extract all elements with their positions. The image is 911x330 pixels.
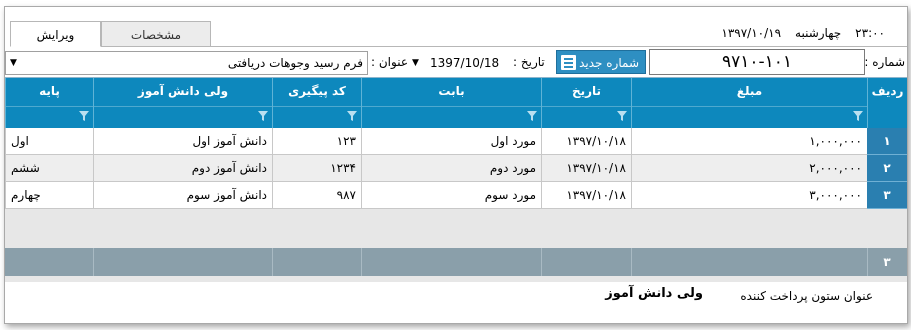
column-title: پایه xyxy=(39,84,60,98)
column-title: کد پیگیری xyxy=(288,84,346,98)
filter-icon[interactable] xyxy=(258,111,268,121)
column-header-grade[interactable]: پایه xyxy=(5,78,93,128)
summary-row: ۳ xyxy=(5,248,907,276)
cell-grade[interactable]: اول xyxy=(5,128,93,155)
date-label: تاریخ : xyxy=(513,55,545,69)
cell-tracking[interactable]: ۱۲۳ xyxy=(272,128,361,155)
cell-guardian[interactable]: دانش آموز اول xyxy=(93,128,272,155)
filter-icon[interactable] xyxy=(347,111,357,121)
date-text: ۱۳۹۷/۱۰/۱۹ xyxy=(721,26,782,40)
tab-specifications[interactable]: مشخصات xyxy=(101,21,211,47)
cell-amount[interactable]: ۳,۰۰۰,۰۰۰ xyxy=(631,182,867,209)
column-title: مبلغ xyxy=(736,84,763,98)
new-number-button[interactable]: شماره جدید xyxy=(556,50,646,74)
filter-icon[interactable] xyxy=(853,111,863,121)
time-text: ۲۳:۰۰ xyxy=(855,26,885,40)
chevron-down-icon: ▼ xyxy=(412,58,419,68)
number-label: شماره : xyxy=(864,55,905,69)
weekday-text: چهارشنبه xyxy=(795,26,842,40)
cell-grade[interactable]: چهارم xyxy=(5,182,93,209)
new-number-button-label: شماره جدید xyxy=(579,56,639,70)
column-title: ولی دانش آموز xyxy=(137,84,229,98)
datetime-display: ۲۳:۰۰ چهارشنبه ۱۳۹۷/۱۰/۱۹ xyxy=(721,23,885,43)
column-header-amount[interactable]: مبلغ xyxy=(631,78,867,128)
filter-icon[interactable] xyxy=(617,111,627,121)
chevron-down-icon: ▼ xyxy=(10,58,17,68)
tab-edit[interactable]: ویرایش xyxy=(10,21,101,47)
cell-tracking[interactable]: ۹۸۷ xyxy=(272,182,361,209)
cell-date[interactable]: ۱۳۹۷/۱۰/۱۸ xyxy=(541,128,631,155)
cell-date[interactable]: ۱۳۹۷/۱۰/۱۸ xyxy=(541,182,631,209)
cell-subject[interactable]: مورد دوم xyxy=(361,155,541,182)
summary-count: ۳ xyxy=(883,255,891,269)
row-header[interactable]: ۳ xyxy=(867,182,907,209)
row-header[interactable]: ۱ xyxy=(867,128,907,155)
cell-subject[interactable]: مورد اول xyxy=(361,128,541,155)
payer-column-value[interactable]: ولی دانش آموز xyxy=(603,286,703,301)
payer-column-label: عنوان ستون پرداخت کننده xyxy=(740,289,873,303)
cell-subject[interactable]: مورد سوم xyxy=(361,182,541,209)
window: ویرایش مشخصات ۲۳:۰۰ چهارشنبه ۱۳۹۷/۱۰/۱۹ شم… xyxy=(4,6,908,324)
cell-grade[interactable]: ششم xyxy=(5,155,93,182)
column-header-date[interactable]: تاریخ xyxy=(541,78,631,128)
cell-guardian[interactable]: دانش آموز سوم xyxy=(93,182,272,209)
cell-date[interactable]: ۱۳۹۷/۱۰/۱۸ xyxy=(541,155,631,182)
title-label: عنوان : xyxy=(371,55,408,69)
column-title: ردیف xyxy=(871,84,904,98)
cell-tracking[interactable]: ۱۲۳۴ xyxy=(272,155,361,182)
column-header-subject[interactable]: بابت xyxy=(361,78,541,128)
filter-icon[interactable] xyxy=(79,111,89,121)
column-header-guardian[interactable]: ولی دانش آموز xyxy=(93,78,272,128)
column-header-row: ردیف xyxy=(867,78,907,128)
tab-divider xyxy=(10,46,907,47)
title-value: فرم رسید وجوهات دریافتی xyxy=(227,56,363,70)
row-header[interactable]: ۲ xyxy=(867,155,907,182)
column-title: بابت xyxy=(438,84,465,98)
data-grid: پایه ولی دانش آموز کد پیگیری بابت تاریخ … xyxy=(5,77,907,282)
column-header-tracking[interactable]: کد پیگیری xyxy=(272,78,361,128)
date-picker[interactable]: ▼ 1397/10/18 xyxy=(410,52,510,74)
form-icon xyxy=(561,55,576,70)
column-title: تاریخ xyxy=(571,84,602,98)
number-field[interactable]: ۹۷۱۰-۱۰۱ xyxy=(649,49,865,75)
cell-guardian[interactable]: دانش آموز دوم xyxy=(93,155,272,182)
cell-amount[interactable]: ۱,۰۰۰,۰۰۰ xyxy=(631,128,867,155)
filter-icon[interactable] xyxy=(527,111,537,121)
cell-amount[interactable]: ۲,۰۰۰,۰۰۰ xyxy=(631,155,867,182)
title-dropdown[interactable]: ▼ فرم رسید وجوهات دریافتی xyxy=(5,51,368,75)
date-value: 1397/10/18 xyxy=(430,56,500,70)
